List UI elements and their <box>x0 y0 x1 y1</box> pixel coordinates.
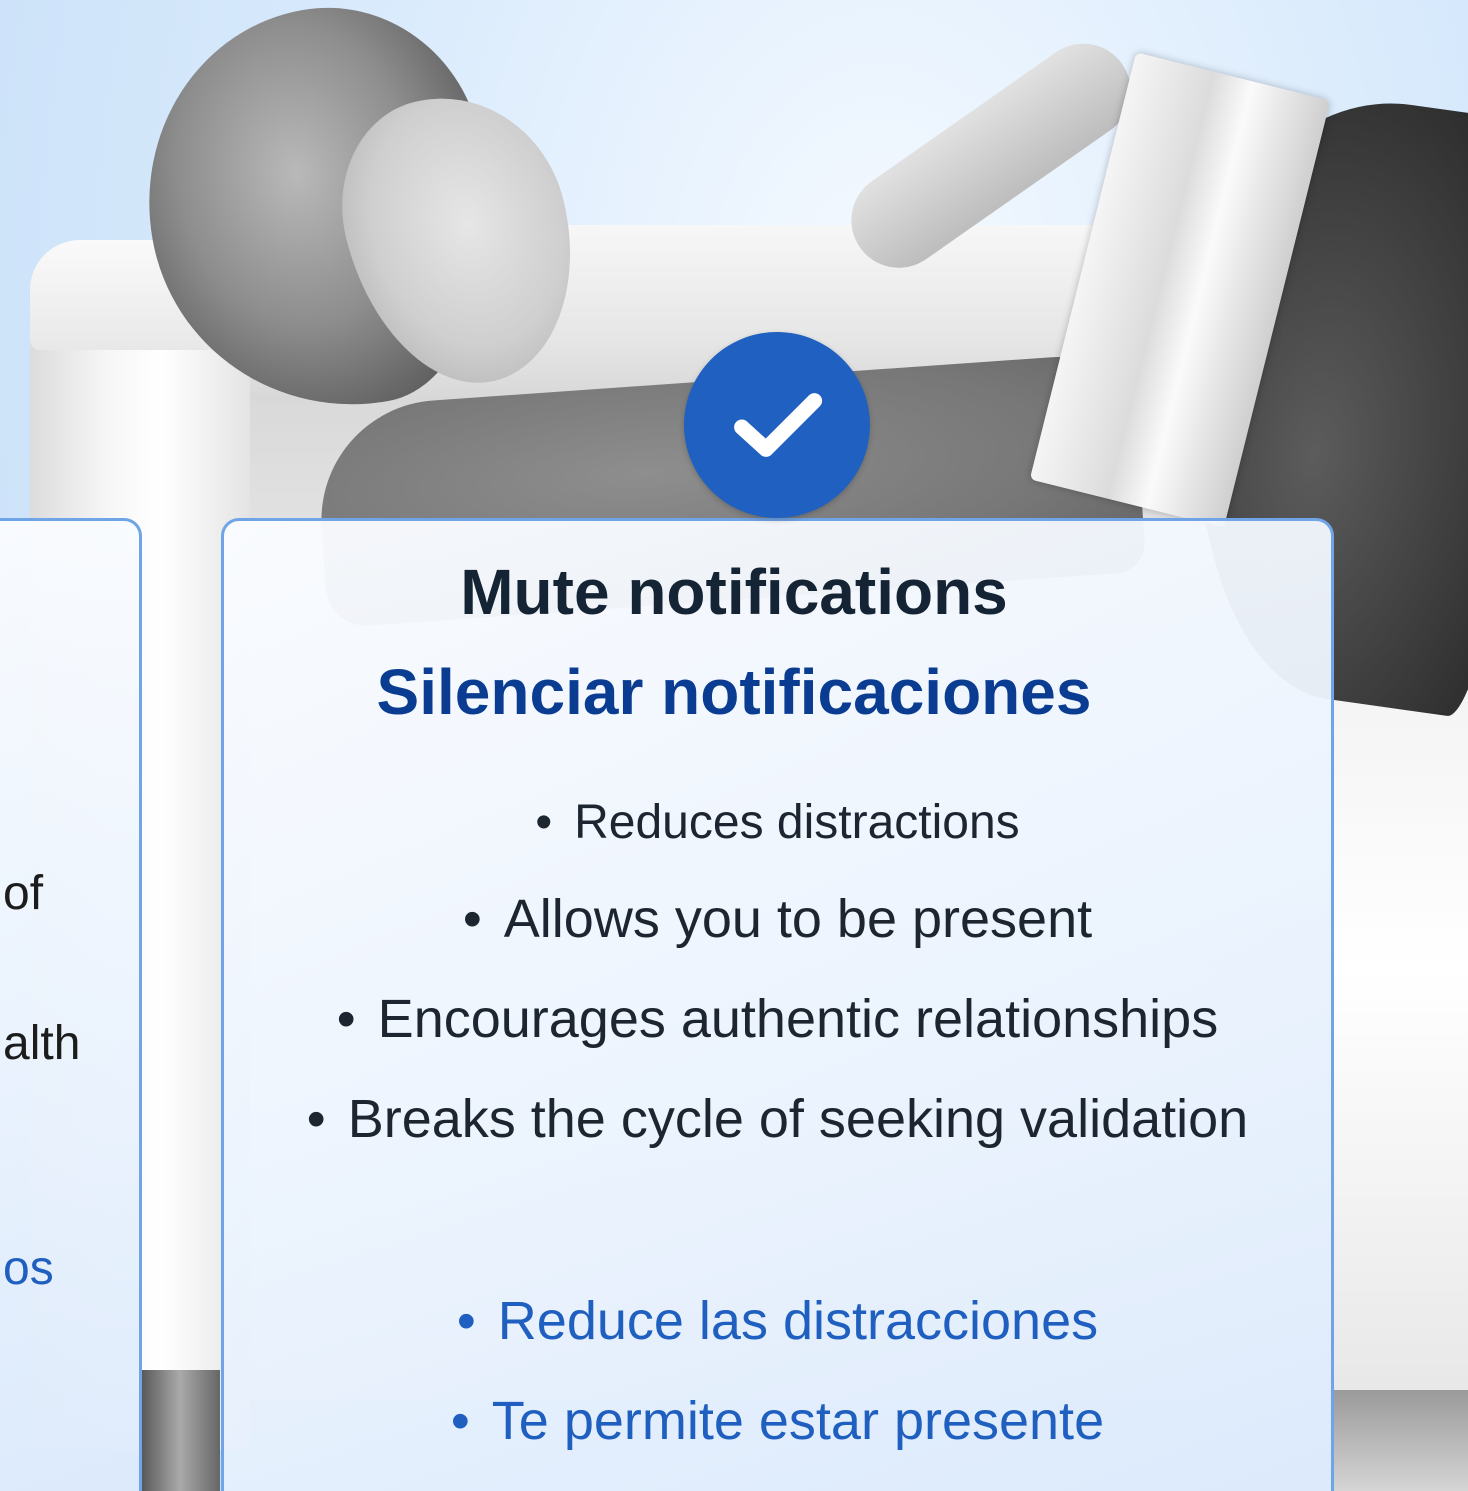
sofa-leg <box>140 1370 220 1491</box>
bullet-text: Reduces distractions <box>574 796 1020 849</box>
check-badge <box>684 332 870 518</box>
bullet-item-en: • Breaks the cycle of seeking validation <box>221 1088 1334 1150</box>
sofa-cushion-right <box>1330 690 1468 1390</box>
bullet-text: Allows you to be present <box>503 889 1093 949</box>
bullet-text: Te permite estar presente <box>491 1391 1105 1451</box>
bullet-dot: • <box>462 889 482 949</box>
bullet-item-es: • Te permite estar presente <box>221 1390 1334 1452</box>
bullet-dot: • <box>450 1391 470 1451</box>
title-spanish: Silenciar notificaciones <box>376 656 1092 728</box>
bullet-item-en: • Allows you to be present <box>221 888 1334 950</box>
left-card-fragment: of <box>3 867 44 920</box>
bullet-text: Encourages authentic relationships <box>377 989 1219 1049</box>
bullet-dot: • <box>306 1089 326 1149</box>
bullet-dot: • <box>336 989 356 1049</box>
bullet-item-es: • Reduce las distracciones <box>221 1290 1334 1352</box>
left-card-fragment: alth <box>3 1017 81 1070</box>
bullet-dot: • <box>456 1291 476 1351</box>
bullet-item-en: • Encourages authentic relationships <box>221 988 1334 1050</box>
title-english: Mute notifications <box>460 556 1008 628</box>
bullet-text: Breaks the cycle of seeking validation <box>347 1089 1249 1149</box>
bullet-item-en: • Reduces distractions <box>221 795 1334 850</box>
floor <box>1330 1390 1468 1491</box>
check-icon <box>734 393 823 457</box>
left-card-fragment: os <box>3 1242 54 1295</box>
bullet-text: Reduce las distracciones <box>497 1291 1099 1351</box>
bullet-dot: • <box>535 796 553 849</box>
